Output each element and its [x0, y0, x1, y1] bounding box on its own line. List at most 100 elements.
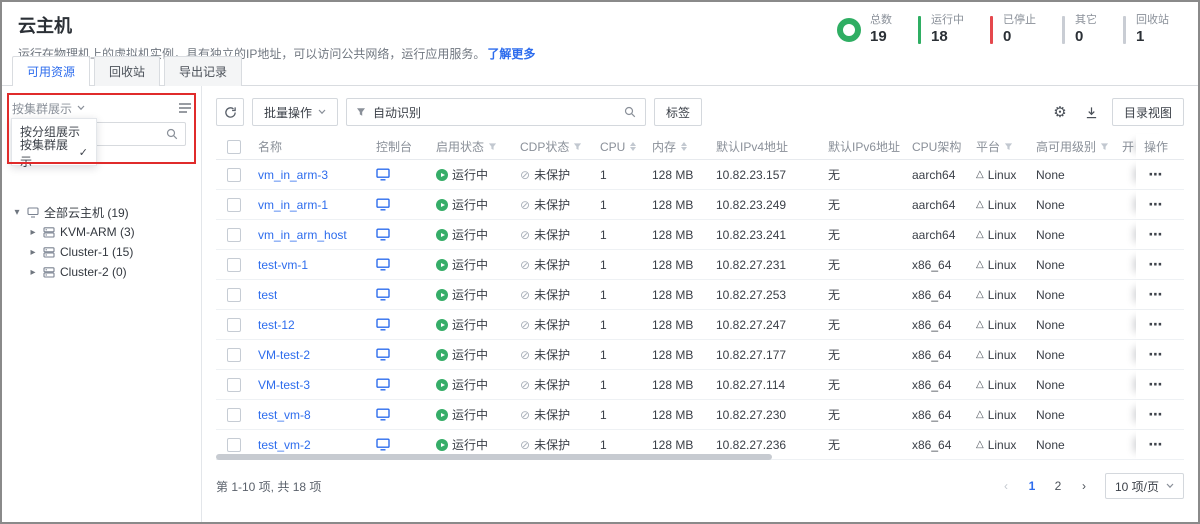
filter-icon[interactable]: [1100, 142, 1109, 151]
filter-icon[interactable]: [573, 142, 582, 151]
more-actions-button[interactable]: ⋯: [1149, 346, 1164, 363]
status-cell: 运行中: [430, 346, 514, 363]
tab[interactable]: 回收站: [94, 56, 160, 86]
console-icon[interactable]: [376, 318, 390, 331]
running-status-icon: [436, 409, 448, 421]
checkbox-cell: [216, 378, 252, 392]
row-checkbox[interactable]: [227, 318, 241, 332]
status-cell: 运行中: [430, 256, 514, 273]
tree-item[interactable]: ▸ Cluster-1 (15): [2, 242, 201, 262]
row-checkbox[interactable]: [227, 198, 241, 212]
unprotected-icon: ⊘: [520, 349, 530, 361]
vm-name-link[interactable]: test: [258, 288, 277, 302]
tree-caret-icon[interactable]: ▸: [28, 267, 38, 278]
more-actions-button[interactable]: ⋯: [1149, 226, 1164, 243]
more-actions-button[interactable]: ⋯: [1149, 316, 1164, 333]
select-all-checkbox[interactable]: [227, 140, 241, 154]
refresh-button[interactable]: [216, 98, 244, 126]
tree-item[interactable]: ▾ 全部云主机 (19): [2, 202, 201, 222]
sort-icon[interactable]: [681, 142, 687, 151]
display-mode-option[interactable]: 按集群展示 ✓: [12, 142, 96, 163]
arch-cell: aarch64: [906, 198, 970, 212]
filter-icon[interactable]: [1004, 142, 1013, 151]
more-actions-button[interactable]: ⋯: [1149, 406, 1164, 423]
actions-cell: ⋯: [1136, 220, 1176, 249]
ha-cell: None: [1030, 378, 1122, 392]
console-icon[interactable]: [376, 228, 390, 241]
vm-name-link[interactable]: VM-test-2: [258, 348, 310, 362]
platform-text: Linux: [988, 198, 1017, 212]
display-mode-dropdown[interactable]: 按集群展示: [12, 100, 85, 117]
tree-item[interactable]: ▸ KVM-ARM (3): [2, 222, 201, 242]
next-page-button[interactable]: ›: [1073, 475, 1095, 497]
vm-name-link[interactable]: vm_in_arm_host: [258, 228, 347, 242]
vm-name-link[interactable]: test_vm-2: [258, 438, 311, 452]
tree-caret-icon[interactable]: ▾: [12, 207, 22, 218]
batch-actions-button[interactable]: 批量操作: [252, 98, 338, 126]
console-icon[interactable]: [376, 198, 390, 211]
row-checkbox[interactable]: [227, 408, 241, 422]
cpu-cell: 1: [594, 168, 646, 182]
row-checkbox[interactable]: [227, 168, 241, 182]
header-name: 名称: [252, 138, 364, 155]
unprotected-icon: ⊘: [520, 289, 530, 301]
row-checkbox[interactable]: [227, 228, 241, 242]
console-icon[interactable]: [376, 168, 390, 181]
name-cell: test_vm-2: [252, 438, 364, 452]
more-actions-button[interactable]: ⋯: [1149, 376, 1164, 393]
row-checkbox[interactable]: [227, 258, 241, 272]
console-icon[interactable]: [376, 288, 390, 301]
memory-cell: 128 MB: [646, 438, 710, 452]
tab[interactable]: 可用资源: [12, 56, 90, 86]
directory-view-label: 目录视图: [1124, 104, 1172, 121]
vm-name-link[interactable]: test-12: [258, 318, 295, 332]
vm-name-link[interactable]: vm_in_arm-1: [258, 198, 328, 212]
sort-icon[interactable]: [630, 142, 636, 151]
console-cell: [364, 168, 430, 181]
more-actions-button[interactable]: ⋯: [1149, 436, 1164, 453]
console-icon[interactable]: [376, 378, 390, 391]
console-icon[interactable]: [376, 258, 390, 271]
console-icon[interactable]: [376, 438, 390, 451]
status-text: 运行中: [452, 256, 488, 273]
more-actions-button[interactable]: ⋯: [1149, 286, 1164, 303]
tree-item[interactable]: ▸ Cluster-2 (0): [2, 262, 201, 282]
search-mode-text: 自动识别: [373, 104, 617, 121]
directory-view-button[interactable]: 目录视图: [1112, 98, 1184, 126]
tag-button[interactable]: 标签: [654, 98, 702, 126]
more-actions-button[interactable]: ⋯: [1149, 196, 1164, 213]
prev-page-button[interactable]: ‹: [995, 475, 1017, 497]
tab[interactable]: 导出记录: [164, 56, 242, 86]
more-actions-button[interactable]: ⋯: [1149, 256, 1164, 273]
console-icon[interactable]: [376, 408, 390, 421]
filter-icon[interactable]: [488, 142, 497, 151]
row-checkbox[interactable]: [227, 378, 241, 392]
vm-name-link[interactable]: test-vm-1: [258, 258, 308, 272]
tree-caret-icon[interactable]: ▸: [28, 247, 38, 258]
vm-name-link[interactable]: VM-test-3: [258, 378, 310, 392]
page-size-select[interactable]: 10 项/页: [1105, 473, 1184, 499]
table-search-input[interactable]: 自动识别: [346, 98, 646, 126]
row-checkbox[interactable]: [227, 438, 241, 452]
page-number-button[interactable]: 1: [1021, 475, 1043, 497]
page-number-button[interactable]: 2: [1047, 475, 1069, 497]
row-checkbox[interactable]: [227, 348, 241, 362]
export-button[interactable]: [1080, 100, 1104, 124]
vm-name-link[interactable]: test_vm-8: [258, 408, 311, 422]
header-ipv4: 默认IPv4地址: [710, 138, 822, 155]
memory-cell: 128 MB: [646, 288, 710, 302]
horizontal-scrollbar[interactable]: [216, 454, 772, 460]
tree-caret-icon[interactable]: ▸: [28, 227, 38, 238]
cluster-icon: [43, 227, 55, 238]
row-checkbox[interactable]: [227, 288, 241, 302]
vm-name-link[interactable]: vm_in_arm-3: [258, 168, 328, 182]
platform-text: Linux: [988, 288, 1017, 302]
tree-item-label: Cluster-1 (15): [60, 245, 133, 259]
more-actions-button[interactable]: ⋯: [1149, 166, 1164, 183]
unprotected-icon: ⊘: [520, 229, 530, 241]
console-icon[interactable]: [376, 348, 390, 361]
table-row: test-vm-1 运行中 ⊘未保护 1 128 MB 10.82.27.231…: [216, 250, 1184, 280]
settings-button[interactable]: ⚙: [1048, 100, 1072, 124]
linux-platform-icon: △: [976, 409, 984, 420]
list-view-toggle-icon[interactable]: [179, 103, 191, 113]
